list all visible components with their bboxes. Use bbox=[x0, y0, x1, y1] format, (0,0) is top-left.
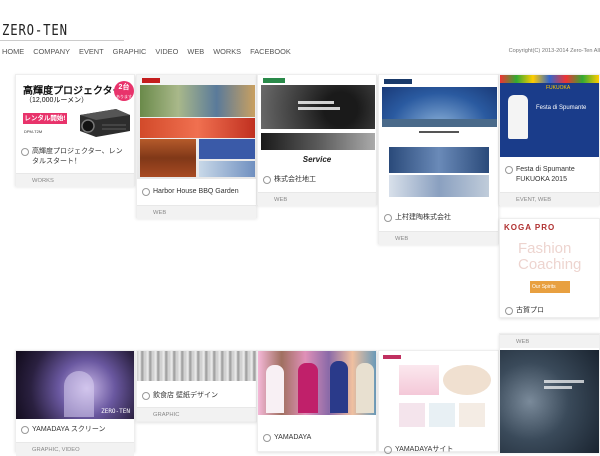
logo-divider bbox=[0, 40, 124, 41]
card-tag[interactable]: WEB bbox=[379, 231, 498, 245]
copyright-text: Copyright(C) 2013-2014 Zero-Ten All bbox=[508, 48, 600, 54]
zero-ten-watermark: ZERO-TEN bbox=[101, 408, 130, 415]
festa-poster-image: Festa di Spumante FUKUOKA bbox=[500, 75, 599, 157]
yamadaya-screen-image: ZERO-TEN bbox=[16, 351, 134, 419]
ad-model: DPM-T2M bbox=[24, 129, 43, 134]
projector-icon bbox=[80, 109, 130, 137]
kamimura-site-image bbox=[379, 75, 498, 205]
card-title[interactable]: 株式会社地工 bbox=[258, 175, 376, 185]
projector-ad-image: 高輝度プロジェクター （12,000ルーメン） 2台 あります レンタル開始! … bbox=[16, 75, 134, 143]
nav-works[interactable]: WORKS bbox=[213, 47, 241, 56]
work-card-chiko[interactable]: Service 株式会社地工 WEB bbox=[257, 74, 377, 206]
work-card-wallpaper[interactable]: 飲食店 壁紙デザイン GRAPHIC bbox=[136, 350, 257, 422]
card-tag[interactable]: WEB bbox=[258, 192, 376, 206]
card-tag[interactable]: WEB bbox=[500, 334, 599, 348]
harbor-site-image bbox=[137, 75, 256, 179]
card-tag[interactable]: GRAPHIC, VIDEO bbox=[16, 442, 134, 456]
card-title[interactable]: Harbor House BBQ Garden bbox=[137, 187, 256, 197]
work-card-yamadaya[interactable]: YAMADAYA bbox=[257, 350, 377, 452]
koga-overlay-text: Fashion Coaching bbox=[518, 240, 582, 273]
nav-video[interactable]: VIDEO bbox=[155, 47, 178, 56]
yamadaya-image bbox=[258, 351, 376, 415]
ad-badge: 2台 あります bbox=[114, 81, 134, 101]
card-title[interactable]: 古賀プロ bbox=[500, 306, 599, 316]
card-title[interactable]: YAMADAYAサイト bbox=[379, 445, 498, 455]
work-card-yamadaya-screen[interactable]: ZERO-TEN YAMADAYA スクリーン GRAPHIC, VIDEO bbox=[15, 350, 135, 456]
card-tag[interactable]: GRAPHIC bbox=[137, 407, 256, 421]
card-title[interactable]: 飲食店 壁紙デザイン bbox=[137, 391, 256, 401]
card-title[interactable]: 高輝度プロジェクター、レンタルスタート！ bbox=[16, 147, 134, 167]
poster-title: Festa di Spumante bbox=[536, 105, 587, 111]
nav-event[interactable]: EVENT bbox=[79, 47, 104, 56]
work-card-yamadaya-site[interactable]: YAMADAYAサイト bbox=[378, 350, 499, 455]
work-card-koga[interactable]: KOGA PRO Fashion Coaching Our Spirits 古賀… bbox=[499, 218, 600, 318]
service-heading: Service bbox=[302, 155, 332, 164]
wallpaper-image bbox=[137, 351, 256, 381]
card-title[interactable]: 上村建陶株式会社 bbox=[379, 213, 498, 223]
ad-subheading: （12,000ルーメン） bbox=[25, 97, 89, 104]
card-title[interactable]: Festa di Spumante FUKUOKA 2015 bbox=[500, 165, 599, 185]
nav-web[interactable]: WEB bbox=[187, 47, 204, 56]
work-card-projector[interactable]: 高輝度プロジェクター （12,000ルーメン） 2台 あります レンタル開始! … bbox=[15, 74, 135, 187]
koga-spirits: Our Spirits bbox=[532, 284, 556, 290]
nav-home[interactable]: HOME bbox=[2, 47, 24, 56]
web-partial-image bbox=[500, 350, 599, 453]
work-card-festa[interactable]: Festa di Spumante FUKUOKA Festa di Spuma… bbox=[499, 74, 600, 206]
card-title[interactable]: YAMADAYA bbox=[258, 433, 376, 443]
koga-brand: KOGA PRO bbox=[504, 223, 556, 232]
card-tag[interactable]: EVENT, WEB bbox=[500, 192, 599, 206]
yamadaya-site-image bbox=[379, 351, 498, 435]
poster-subtitle: FUKUOKA bbox=[546, 85, 571, 91]
nav-facebook[interactable]: FACEBOOK bbox=[250, 47, 291, 56]
chiko-site-image: Service bbox=[258, 75, 376, 167]
nav-company[interactable]: COMPANY bbox=[33, 47, 70, 56]
site-logo[interactable]: ZERO-TEN bbox=[2, 21, 68, 39]
nav-graphic[interactable]: GRAPHIC bbox=[113, 47, 147, 56]
card-tag[interactable]: WORKS bbox=[16, 173, 134, 187]
ad-ribbon: レンタル開始! bbox=[23, 113, 67, 124]
work-card-harbor[interactable]: Harbor House BBQ Garden WEB bbox=[136, 74, 257, 219]
work-card-web-partial[interactable]: WEB bbox=[499, 333, 600, 453]
card-tag[interactable]: WEB bbox=[137, 205, 256, 219]
work-card-kamimura[interactable]: 上村建陶株式会社 WEB bbox=[378, 74, 499, 245]
main-nav: HOME COMPANY EVENT GRAPHIC VIDEO WEB WOR… bbox=[2, 47, 291, 56]
card-title[interactable]: YAMADAYA スクリーン bbox=[16, 425, 134, 435]
koga-site-image: KOGA PRO Fashion Coaching Our Spirits bbox=[500, 219, 599, 301]
